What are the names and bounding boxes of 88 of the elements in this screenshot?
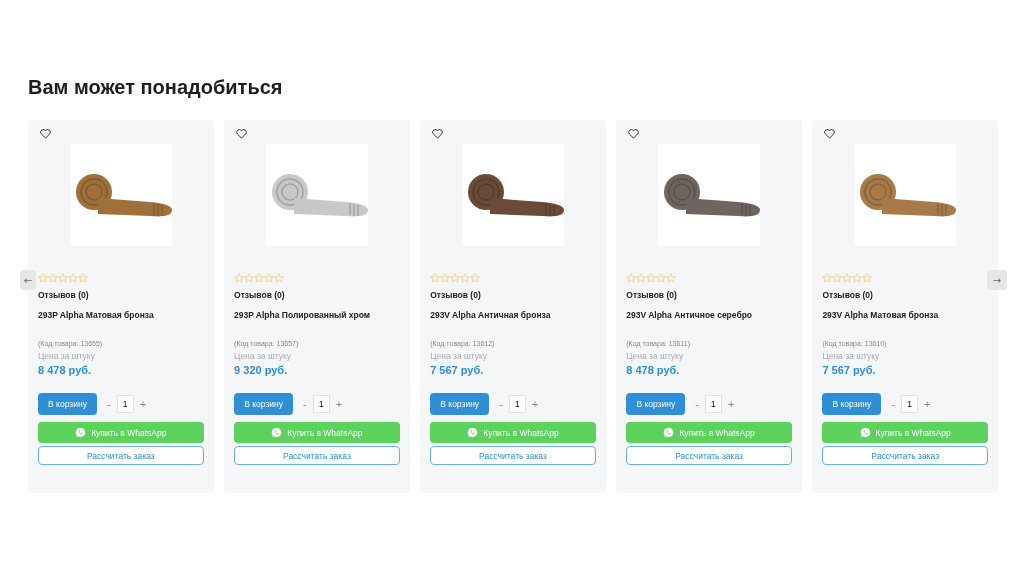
- star-icon: [48, 273, 58, 283]
- product-price: 7 567 руб.: [822, 364, 877, 376]
- whatsapp-icon: [271, 427, 283, 438]
- price-label: Цена за штуку: [38, 351, 96, 361]
- add-to-cart-button[interactable]: В корзину: [430, 393, 490, 415]
- product-price: 9 320 руб.: [234, 364, 289, 376]
- whatsapp-icon: [467, 427, 479, 438]
- star-icon: [862, 273, 873, 283]
- calculate-order-button[interactable]: Рассчитать заказ: [822, 446, 988, 465]
- heart-icon[interactable]: [824, 129, 836, 139]
- decrease-button[interactable]: -: [301, 398, 309, 410]
- decrease-button[interactable]: -: [497, 398, 505, 410]
- star-icon: [234, 273, 245, 283]
- star-icon: [450, 273, 461, 283]
- price-label: Цена за штуку: [234, 351, 292, 361]
- quantity-field[interactable]: 1: [116, 395, 134, 413]
- price-label: Цена за штуку: [822, 351, 881, 361]
- star-icon: [78, 273, 88, 283]
- calculate-order-button[interactable]: Рассчитать заказ: [234, 446, 400, 465]
- increase-button[interactable]: +: [333, 398, 345, 410]
- add-to-cart-button[interactable]: В корзину: [38, 393, 97, 415]
- star-icon: [636, 273, 647, 283]
- whatsapp-icon: [75, 427, 87, 438]
- star-icon: [470, 273, 481, 283]
- star-icon: [68, 273, 78, 283]
- add-to-cart-button[interactable]: В корзину: [234, 393, 294, 415]
- product-name[interactable]: 293P Alpha Полированный хром: [234, 310, 375, 321]
- star-icon: [822, 273, 833, 283]
- star-icon: [460, 273, 471, 283]
- calculate-order-button[interactable]: Рассчитать заказ: [430, 446, 596, 465]
- heart-icon[interactable]: [236, 129, 248, 139]
- increase-button[interactable]: +: [137, 398, 149, 410]
- star-icon: [274, 273, 285, 283]
- product-price: 7 567 руб.: [430, 364, 485, 376]
- whatsapp-icon: [663, 427, 675, 438]
- heart-icon[interactable]: [432, 129, 444, 139]
- previous-button[interactable]: ←: [20, 270, 36, 290]
- quantity-field[interactable]: 1: [508, 395, 526, 413]
- product-name[interactable]: 293P Alpha Матовая бронза: [38, 310, 178, 321]
- whatsapp-button[interactable]: Купить в WhatsApp: [38, 422, 204, 443]
- price-label: Цена за штуку: [626, 351, 685, 361]
- increase-button[interactable]: +: [529, 398, 541, 410]
- reviews-count[interactable]: Отзывов (0): [234, 290, 400, 300]
- product-name[interactable]: 293V Alpha Матовая бронза: [822, 310, 963, 321]
- decrease-button[interactable]: -: [889, 398, 898, 410]
- whatsapp-button[interactable]: Купить в WhatsApp: [430, 422, 596, 443]
- add-to-cart-button[interactable]: В корзину: [822, 393, 882, 415]
- star-icon: [832, 273, 843, 283]
- star-icon: [646, 273, 657, 283]
- next-button[interactable]: →: [987, 270, 1007, 290]
- whatsapp-button[interactable]: Купить в WhatsApp: [234, 422, 400, 443]
- star-icon: [58, 273, 68, 283]
- increase-button[interactable]: +: [922, 398, 933, 410]
- decrease-button[interactable]: -: [105, 398, 113, 410]
- star-icon: [264, 273, 275, 283]
- product-price: 8 478 руб.: [38, 364, 93, 376]
- whatsapp-button[interactable]: Купить в WhatsApp: [822, 422, 988, 443]
- heart-icon[interactable]: [40, 129, 51, 139]
- quantity-field[interactable]: 1: [312, 395, 330, 413]
- star-icon: [430, 273, 441, 283]
- star-icon: [626, 273, 637, 283]
- whatsapp-button[interactable]: Купить в WhatsApp: [626, 422, 792, 443]
- price-label: Цена за штуку: [430, 351, 489, 361]
- quantity-field[interactable]: 1: [704, 395, 722, 413]
- reviews-count[interactable]: Отзывов (0): [822, 290, 988, 300]
- star-icon: [244, 273, 255, 283]
- star-icon: [666, 273, 677, 283]
- reviews-count[interactable]: Отзывов (0): [430, 290, 596, 300]
- star-icon: [38, 273, 48, 283]
- calculate-order-button[interactable]: Рассчитать заказ: [38, 446, 204, 465]
- heart-icon[interactable]: [628, 129, 640, 139]
- calculate-order-button[interactable]: Рассчитать заказ: [626, 446, 792, 465]
- product-name[interactable]: 293V Alpha Античная бронза: [430, 310, 571, 321]
- star-icon: [254, 273, 265, 283]
- star-icon: [656, 273, 667, 283]
- increase-button[interactable]: +: [725, 398, 737, 410]
- section-title: Вам может понадобиться: [28, 75, 284, 100]
- decrease-button[interactable]: -: [693, 398, 701, 410]
- add-to-cart-button[interactable]: В корзину: [626, 393, 686, 415]
- star-icon: [842, 273, 853, 283]
- product-price: 8 478 руб.: [626, 364, 681, 376]
- star-icon: [440, 273, 451, 283]
- reviews-count[interactable]: Отзывов (0): [626, 290, 792, 300]
- reviews-count[interactable]: Отзывов (0): [38, 290, 204, 300]
- quantity-field[interactable]: 1: [901, 395, 919, 413]
- product-name[interactable]: 293V Alpha Античное серебро: [626, 310, 767, 321]
- star-icon: [852, 273, 863, 283]
- whatsapp-icon: [859, 427, 871, 438]
